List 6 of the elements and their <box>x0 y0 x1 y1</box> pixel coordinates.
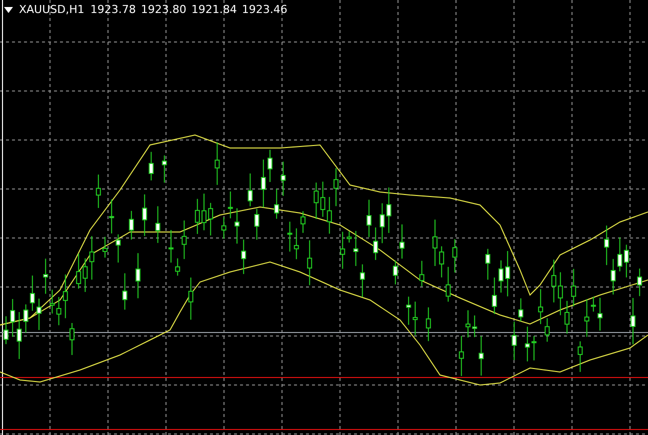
dropdown-triangle-icon[interactable] <box>4 6 13 12</box>
symbol-label: XAUUSD,H1 <box>19 3 84 16</box>
price-value: 1921.84 <box>191 3 237 16</box>
price-value: 1923.46 <box>242 3 288 16</box>
price-value: 1923.80 <box>140 3 186 16</box>
price-value: 1923.78 <box>90 3 136 16</box>
